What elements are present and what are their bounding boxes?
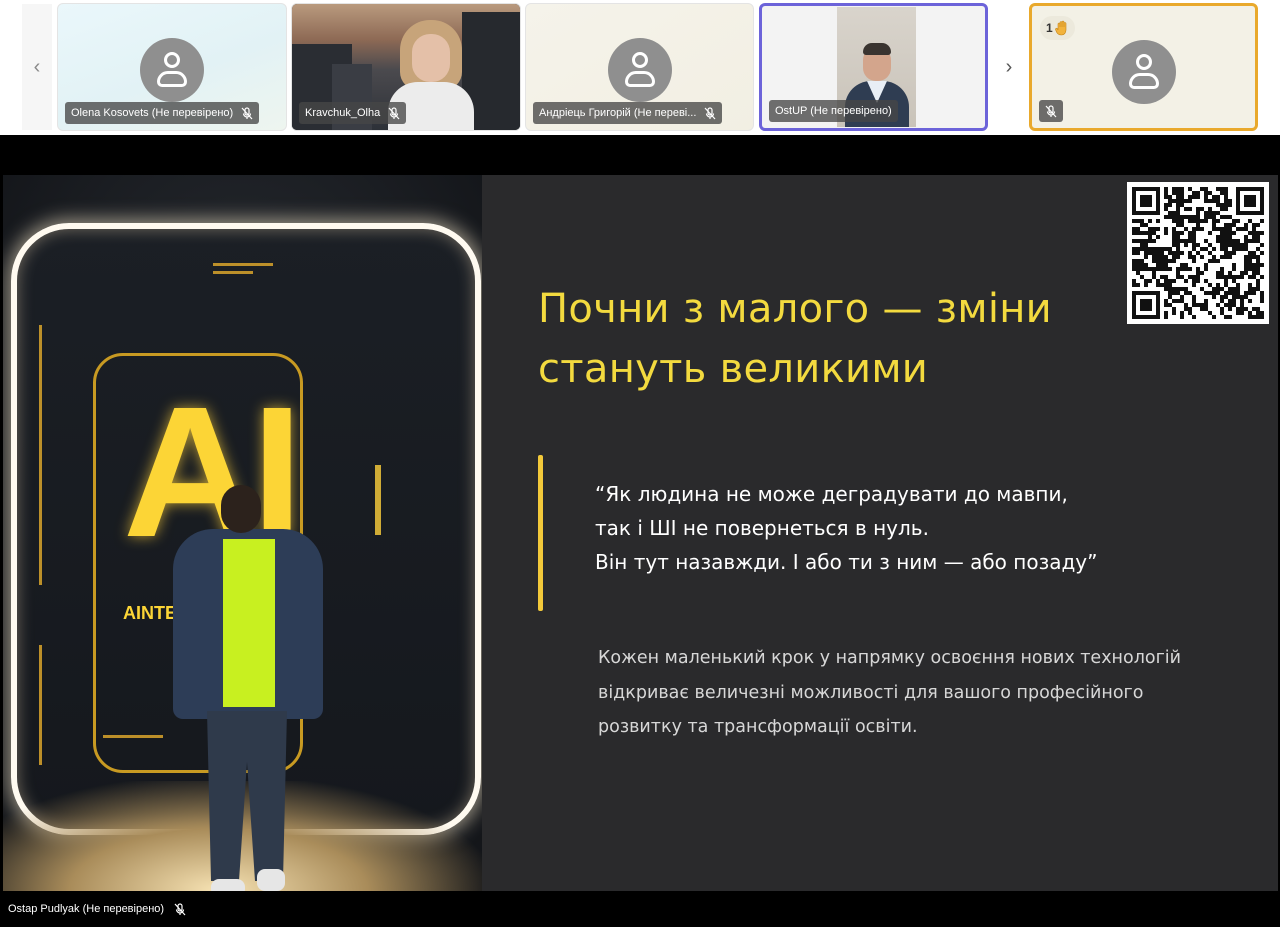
presenter-name-tag: Ostap Pudlyak (Не перевірено) bbox=[0, 891, 186, 927]
participant-name: OstUP (Не перевірено) bbox=[775, 105, 892, 117]
avatar-icon bbox=[607, 38, 672, 102]
participant-tile-olena-kosovets[interactable]: Olena Kosovets (Не перевірено) bbox=[57, 3, 287, 131]
mic-off-icon bbox=[704, 106, 716, 120]
mic-off-icon bbox=[388, 106, 400, 120]
body-line: Кожен маленький крок у напрямку освоєння… bbox=[598, 648, 1182, 668]
raised-hand-badge: 1 bbox=[1040, 16, 1075, 40]
shared-screen-stage: AI AINTE Почни з малого — зміни стануть … bbox=[0, 135, 1280, 927]
participant-name-tag: Kravchuk_Olha bbox=[299, 102, 407, 124]
raised-hand-icon bbox=[1054, 20, 1069, 36]
avatar-icon bbox=[1111, 40, 1176, 104]
avatar-icon bbox=[140, 38, 204, 102]
participant-name-tag: Андріець Григорій (Не переві... bbox=[533, 102, 723, 124]
walking-person-illustration bbox=[173, 485, 323, 891]
participant-strip: ‹ Olena Kosovets (Не перевірено) Kravchu… bbox=[0, 0, 1280, 135]
participant-name-tag bbox=[1039, 100, 1063, 122]
participant-name: Kravchuk_Olha bbox=[305, 107, 381, 119]
participant-name: Olena Kosovets (Не перевірено) bbox=[71, 107, 234, 119]
slide-illustration: AI AINTE bbox=[3, 175, 482, 891]
slide-title-line: стануть великими bbox=[538, 346, 929, 392]
participant-tile-andriiets-hryhorii[interactable]: Андріець Григорій (Не переві... bbox=[525, 3, 754, 131]
slide-title-line: Почни з малого — зміни bbox=[538, 286, 1052, 332]
participant-tile-ostup[interactable]: OstUP (Не перевірено) bbox=[759, 3, 988, 131]
mic-off-icon bbox=[1045, 104, 1057, 118]
slide-body-text: Кожен маленький крок у напрямку освоєння… bbox=[598, 641, 1238, 745]
participant-name: Андріець Григорій (Не переві... bbox=[539, 107, 697, 119]
slide-title: Почни з малого — зміни стануть великими bbox=[538, 279, 1138, 399]
mic-off-icon bbox=[174, 902, 186, 916]
ai-sign-caption: AINTE bbox=[123, 603, 177, 623]
participant-tile-kravchuk-olha[interactable]: Kravchuk_Olha bbox=[291, 3, 521, 131]
slide-quote: “Як людина не може деградувати до мавпи,… bbox=[595, 477, 1155, 579]
participant-name-tag: OstUP (Не перевірено) bbox=[769, 100, 898, 122]
slide-text-panel: Почни з малого — зміни стануть великими … bbox=[482, 175, 1278, 891]
presenter-name: Ostap Pudlyak (Не перевірено) bbox=[8, 903, 165, 915]
quote-line: так і ШІ не повернеться в нуль. bbox=[595, 516, 929, 540]
qr-code bbox=[1127, 182, 1269, 324]
quote-line: “Як людина не може деградувати до мавпи, bbox=[595, 482, 1068, 506]
chevron-right-icon: › bbox=[1005, 55, 1013, 78]
body-line: відкриває величезні можливості для вашог… bbox=[598, 682, 1144, 703]
participant-name-tag: Olena Kosovets (Не перевірено) bbox=[65, 102, 260, 124]
mic-off-icon bbox=[241, 106, 253, 120]
participant-tile-hand-raised[interactable]: 1 bbox=[1029, 3, 1258, 131]
next-participants-button[interactable]: › bbox=[994, 4, 1024, 130]
previous-participants-button[interactable]: ‹ bbox=[22, 4, 52, 130]
chevron-left-icon: ‹ bbox=[33, 55, 41, 78]
raised-hand-count: 1 bbox=[1046, 21, 1053, 35]
quote-accent-bar bbox=[538, 455, 543, 611]
body-line: розвитку та трансформації освіти. bbox=[598, 717, 918, 737]
quote-line: Він тут назавжди. І або ти з ним — або п… bbox=[595, 550, 1098, 574]
